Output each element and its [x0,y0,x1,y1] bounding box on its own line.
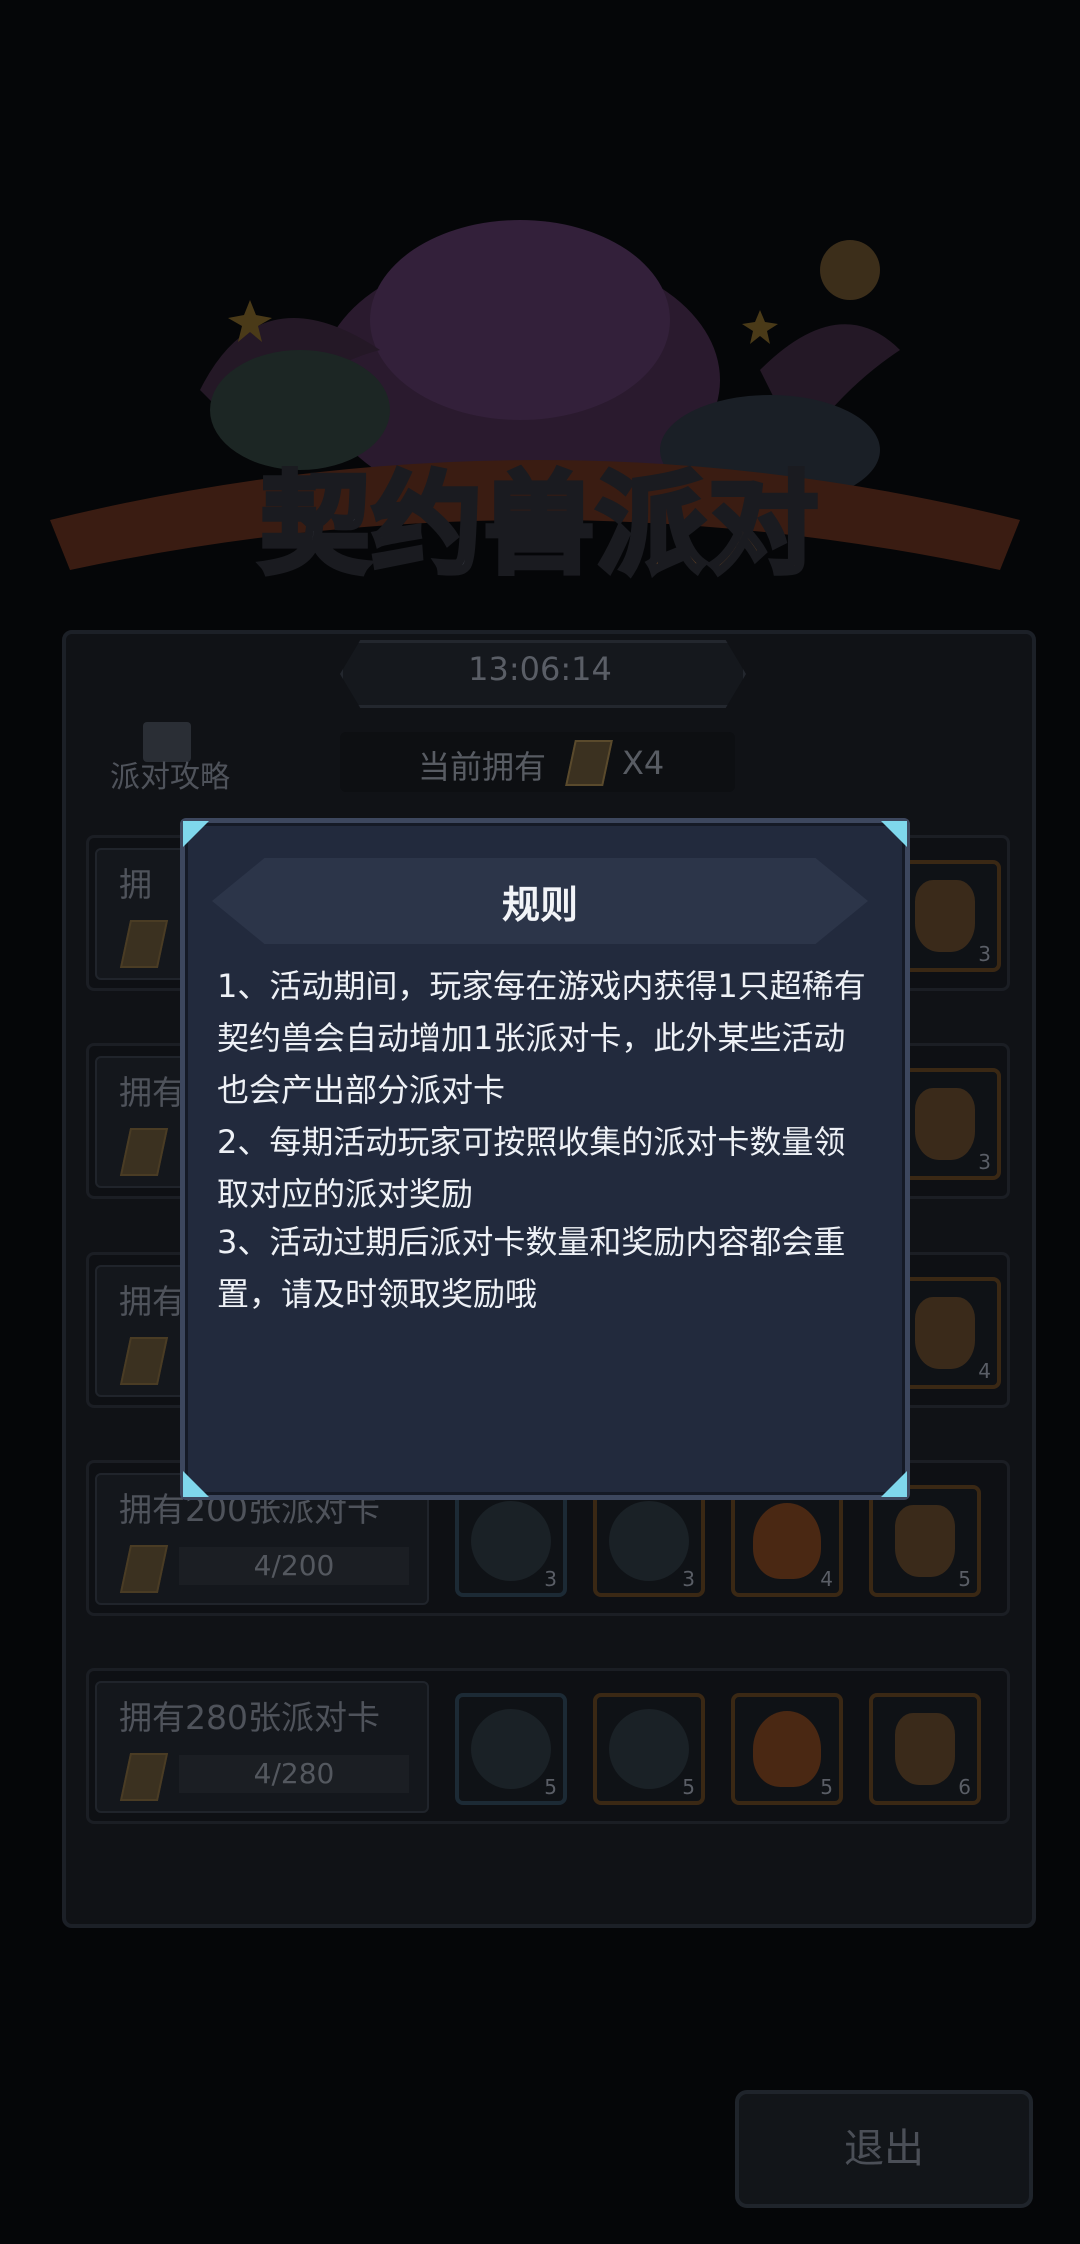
hero-portrait-icon [471,1709,551,1789]
modal-title: 规则 [501,883,578,927]
reward-qty: 6 [958,1775,971,1799]
row-title: 拥有280张派对卡 [119,1698,380,1737]
event-title-part1: 契约兽 [258,461,597,589]
rule-text-3: 3、活动过期后派对卡数量和奖励内容都会重置，请及时领取奖励哦 [217,1223,846,1313]
modal-corner [183,1471,209,1497]
reward-qty: 5 [544,1775,557,1799]
modal-corner [183,821,209,847]
reward-slot-hero[interactable]: 5 [593,1693,705,1805]
jar-icon [915,1088,975,1160]
reward-qty: 3 [682,1567,695,1591]
row-title: 拥 [119,865,152,904]
jar-icon [915,1297,975,1369]
rule-text-1: 1、活动期间，玩家每在游戏内获得1只超稀有契约兽会自动增加1张派对卡，此外某些活… [217,967,866,1109]
reward-row-280: 拥有280张派对卡 4/280 5 5 5 6 [86,1668,1010,1824]
guide-button-label[interactable]: 派对攻略 [110,752,230,796]
hero-portrait-icon [609,1501,689,1581]
flame-spirit-icon [753,1503,821,1579]
owned-label: 当前拥有 [418,748,547,786]
owned-count: X4 [622,744,665,782]
countdown-timer: 13:06:14 [468,650,612,688]
reward-slot-hero[interactable]: 3 [455,1485,567,1597]
modal-corner [881,1471,907,1497]
hero-portrait-icon [609,1709,689,1789]
jar-icon [915,880,975,952]
reward-qty: 5 [820,1775,833,1799]
reward-qty: 5 [958,1567,971,1591]
reward-qty: 5 [682,1775,695,1799]
party-card-icon [119,1545,169,1593]
modal-corner [881,821,907,847]
flame-spirit-icon [753,1711,821,1787]
row-progress: 4/280 [179,1755,409,1793]
reward-qty: 4 [978,1359,991,1383]
party-card-icon [119,920,169,968]
row-title: 拥有 [119,1282,185,1321]
party-card-icon [119,1128,169,1176]
row-info: 拥有280张派对卡 4/280 [95,1681,429,1813]
reward-qty: 3 [978,942,991,966]
party-card-icon [119,1753,169,1801]
reward-slot-hero[interactable]: 3 [593,1485,705,1597]
reward-slot-jar[interactable]: 6 [869,1693,981,1805]
rule-text-2: 2、每期活动玩家可按照收集的派对卡数量领取对应的派对奖励 [217,1123,846,1213]
event-title-part2: 派对 [594,461,821,589]
reward-slot-flame[interactable]: 4 [731,1485,843,1597]
exit-button[interactable]: 退出 [735,2090,1033,2208]
jar-icon [895,1505,955,1577]
reward-qty: 3 [544,1567,557,1591]
row-title: 拥有 [119,1073,185,1112]
hero-portrait-icon [471,1501,551,1581]
event-title: 契约兽派对 [230,468,850,583]
reward-qty: 4 [820,1567,833,1591]
row-progress: 4/200 [179,1547,409,1585]
reward-slot-hero[interactable]: 5 [455,1693,567,1805]
jar-icon [895,1713,955,1785]
reward-slot-jar[interactable]: 5 [869,1485,981,1597]
reward-slot-flame[interactable]: 5 [731,1693,843,1805]
reward-qty: 3 [978,1150,991,1174]
party-card-icon [119,1337,169,1385]
